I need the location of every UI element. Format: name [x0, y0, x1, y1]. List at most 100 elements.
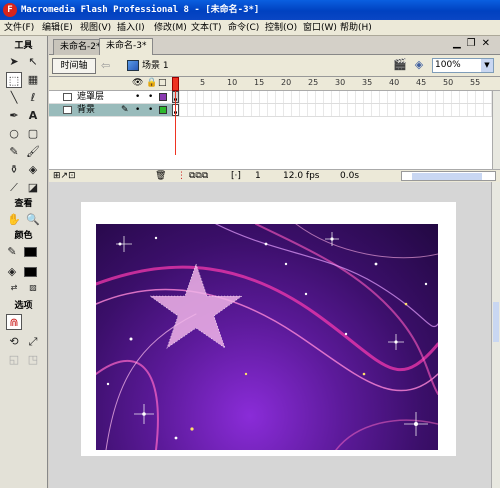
playhead[interactable]	[172, 77, 179, 91]
zoom-select[interactable]: 100% ▼	[432, 58, 494, 73]
frame-number: 30	[335, 78, 346, 87]
menu-help[interactable]: 帮助(H)	[340, 20, 372, 36]
layer-icon	[63, 106, 72, 114]
frame-number: 35	[362, 78, 373, 87]
frame-row-background[interactable]	[172, 104, 492, 117]
timeline-header: 👁 🔒 □ 1 5 10 15 20 25 30 35 40 45 50 55	[49, 77, 500, 91]
tools-header: 工具	[0, 40, 47, 52]
colors-header: 颜色	[0, 230, 47, 242]
oval-tool-icon[interactable]: ○	[6, 126, 22, 142]
envelope-option-icon[interactable]: ◳	[25, 352, 41, 368]
timeline-footer: ⊞↗⊡ 🗑 ⋮ ⧉⧉⧉ [·] 1 12.0 fps 0.0s	[49, 169, 500, 182]
stage-vertical-scrollbar[interactable]	[491, 182, 500, 488]
scale-option-icon[interactable]: ⤢	[25, 334, 41, 350]
flash-app-icon[interactable]: F	[3, 3, 17, 17]
scroll-thumb[interactable]	[412, 173, 482, 180]
menu-view[interactable]: 视图(V)	[80, 20, 111, 36]
frame-rate-value[interactable]: 12.0 fps	[283, 171, 319, 182]
frame-number: 45	[416, 78, 427, 87]
menu-bar: 文件(F) 编辑(E) 视图(V) 插入(I) 修改(M) 文本(T) 命令(C…	[0, 20, 500, 36]
swap-colors-icon[interactable]: ⇄	[6, 280, 22, 296]
stroke-pencil-icon: ✎	[7, 245, 17, 258]
delete-layer-icon[interactable]: 🗑	[155, 171, 166, 182]
layer-name[interactable]: 背景	[77, 104, 95, 116]
subselection-icon[interactable]: ↖	[25, 54, 41, 70]
menu-modify[interactable]: 修改(M)	[154, 20, 187, 36]
menu-insert[interactable]: 插入(I)	[117, 20, 145, 36]
distort-option-icon[interactable]: ◱	[6, 352, 22, 368]
stage-canvas[interactable]	[81, 202, 456, 456]
frame-number: 55	[470, 78, 481, 87]
eye-icon[interactable]: 👁	[132, 78, 143, 88]
pencil-edit-icon: ✎	[121, 105, 129, 115]
lock-dot[interactable]: •	[148, 91, 153, 103]
ink-bottle-icon[interactable]: ⚱	[6, 162, 22, 178]
timeline-horizontal-scrollbar[interactable]	[401, 171, 496, 181]
visibility-dot[interactable]: •	[135, 91, 140, 103]
chevron-down-icon[interactable]: ▼	[481, 59, 493, 72]
hand-tool-icon[interactable]: ✋	[6, 212, 22, 228]
center-frame-icon[interactable]: ⋮	[177, 171, 186, 182]
eyedropper-icon[interactable]: ⟋	[6, 180, 22, 196]
document-tabs: 未命名-2* 未命名-3* ▁❐✕	[49, 36, 500, 55]
menu-control[interactable]: 控制(O)	[265, 20, 297, 36]
edit-multiple-frames-icon[interactable]: [·]	[231, 171, 241, 182]
stage-workspace	[49, 182, 491, 488]
playhead-line	[175, 91, 176, 155]
edit-bar: 时间轴 ⇦ 场景 1 🎬◈ 100% ▼	[49, 55, 500, 77]
layer-name[interactable]: 遮罩层	[77, 91, 104, 103]
tools-panel: 工具 ➤ ↖ ⬚ ▦ ╲ ℓ ✒ A ○ ▢ ✎ 🖌 ⚱ ◈ ⟋ ◪ 查看 ✋ …	[0, 36, 48, 488]
lasso-icon[interactable]: ℓ	[25, 90, 41, 106]
scroll-thumb[interactable]	[493, 302, 499, 342]
frame-number: 15	[254, 78, 265, 87]
frame-row-mask[interactable]	[172, 91, 492, 104]
lock-icon[interactable]: 🔒	[146, 78, 157, 88]
onion-skin-icons[interactable]: ⧉⧉⧉	[189, 171, 208, 182]
insert-layer-icon[interactable]: ⊞↗⊡	[53, 171, 76, 182]
line-tool-icon[interactable]: ╲	[6, 90, 22, 106]
timeline-toggle-button[interactable]: 时间轴	[52, 58, 96, 74]
frame-number: 40	[389, 78, 400, 87]
zoom-value: 100%	[435, 60, 461, 70]
layer-row-background[interactable]: 背景 ✎ • •	[49, 104, 172, 117]
no-color-icon[interactable]: ▨	[25, 280, 41, 296]
paint-bucket-icon[interactable]: ◈	[25, 162, 41, 178]
layer-outline-color[interactable]	[159, 106, 167, 114]
pen-tool-icon[interactable]: ✒	[6, 108, 22, 124]
eraser-icon[interactable]: ◪	[25, 180, 41, 196]
timeline-vertical-scrollbar[interactable]	[492, 91, 500, 169]
brush-icon[interactable]: 🖌	[25, 144, 41, 160]
back-arrow-icon[interactable]: ⇦	[101, 58, 113, 74]
visibility-dot[interactable]: •	[135, 104, 140, 116]
frame-ruler[interactable]: 1 5 10 15 20 25 30 35 40 45 50 55	[172, 77, 492, 91]
rectangle-tool-icon[interactable]: ▢	[25, 126, 41, 142]
layer-column-header: 👁 🔒 □	[49, 77, 172, 91]
lock-dot[interactable]: •	[148, 104, 153, 116]
menu-commands[interactable]: 命令(C)	[228, 20, 259, 36]
flash-window: F Macromedia Flash Professional 8 - [未命名…	[0, 0, 500, 488]
layer-outline-color[interactable]	[159, 93, 167, 101]
menu-window[interactable]: 窗口(W)	[303, 20, 337, 36]
stroke-color-swatch[interactable]	[24, 247, 37, 257]
rotate-option-icon[interactable]: ⟲	[6, 334, 22, 350]
selection-arrow-icon[interactable]: ➤	[6, 54, 22, 70]
purple-star-background-image[interactable]	[96, 224, 438, 450]
options-header: 选项	[0, 300, 47, 312]
scene-label[interactable]: 场景 1	[142, 55, 169, 77]
zoom-tool-icon[interactable]: 🔍	[25, 212, 41, 228]
snap-magnet-icon[interactable]: ⋒	[6, 314, 22, 330]
fill-color-swatch[interactable]	[24, 267, 37, 277]
menu-text[interactable]: 文本(T)	[191, 20, 222, 36]
layer-icon	[63, 93, 72, 101]
free-transform-icon[interactable]: ⬚	[6, 72, 22, 88]
tab-untitled-3[interactable]: 未命名-3*	[99, 38, 154, 55]
edit-scene-symbol-icons[interactable]: 🎬◈	[393, 58, 431, 71]
menu-file[interactable]: 文件(F)	[4, 20, 34, 36]
layer-row-mask[interactable]: 遮罩层 • •	[49, 91, 172, 104]
pencil-icon[interactable]: ✎	[6, 144, 22, 160]
outline-icon[interactable]: □	[158, 78, 167, 88]
menu-edit[interactable]: 编辑(E)	[42, 20, 73, 36]
fill-transform-icon[interactable]: ▦	[25, 72, 41, 88]
tab-window-controls[interactable]: ▁❐✕	[453, 38, 496, 49]
text-tool-icon[interactable]: A	[25, 108, 41, 124]
